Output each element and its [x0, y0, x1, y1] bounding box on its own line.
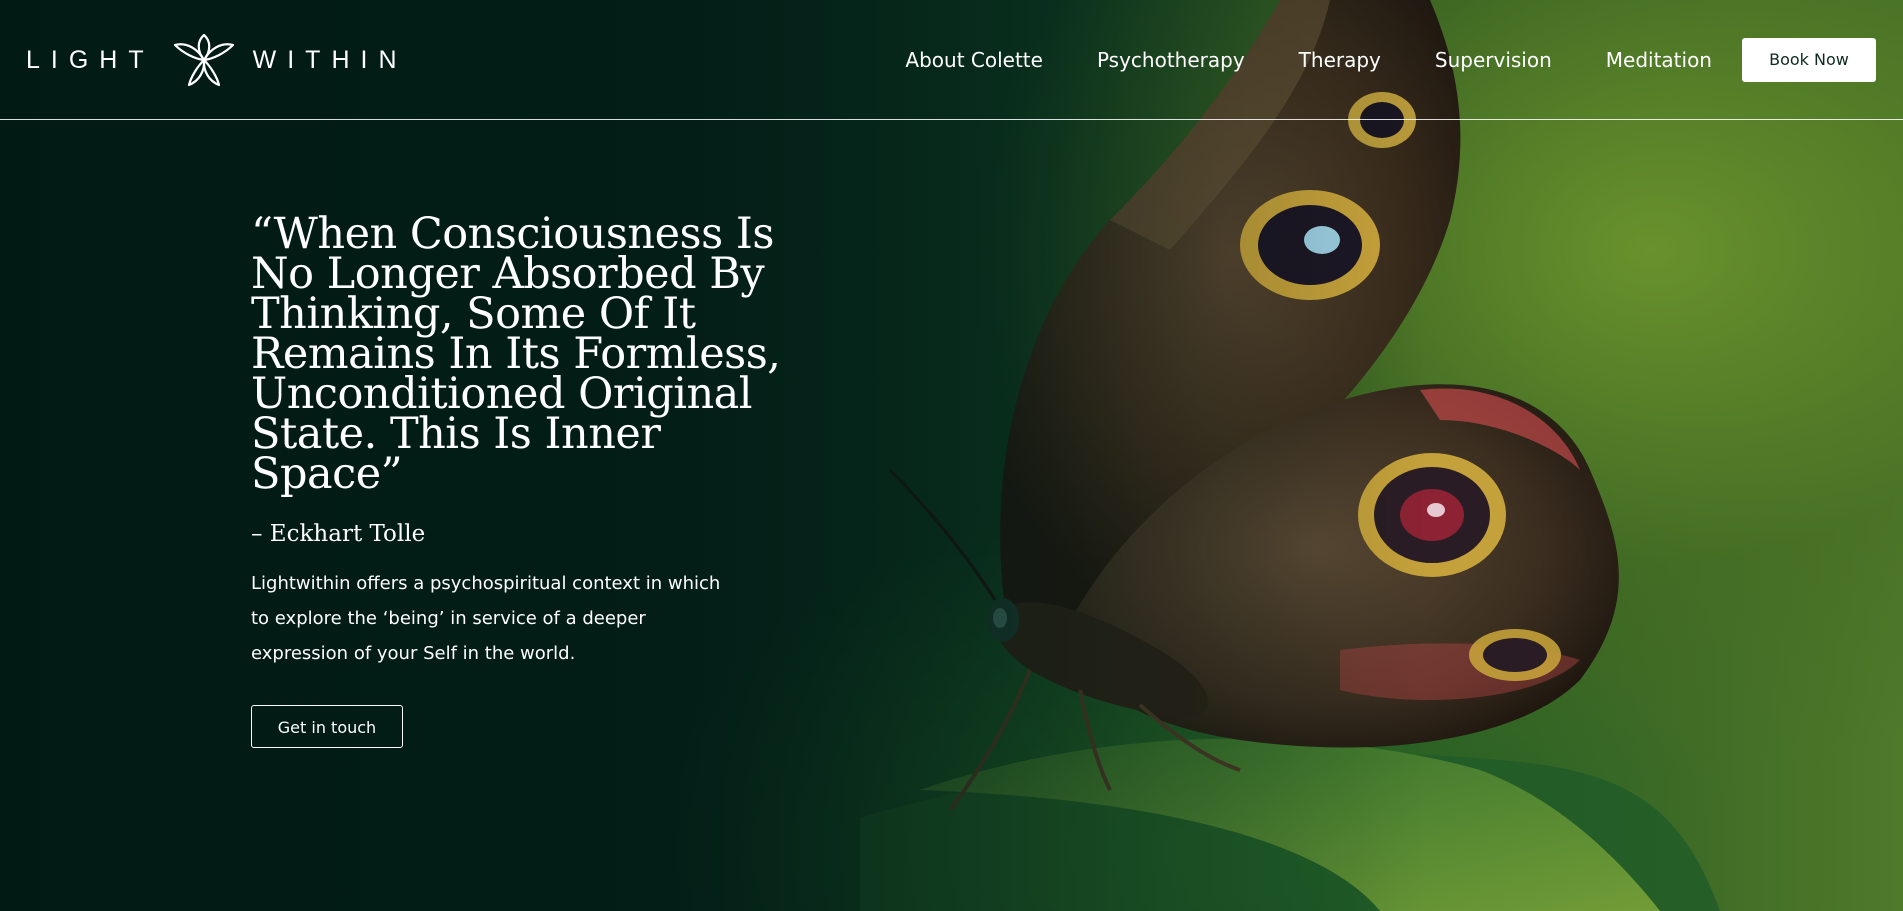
site-logo[interactable]: LIGHT WITHIN	[26, 33, 408, 87]
get-in-touch-button[interactable]: Get in touch	[251, 705, 403, 748]
main-navigation: About Colette Psychotherapy Therapy Supe…	[905, 37, 1903, 83]
book-now-button[interactable]: Book Now	[1742, 38, 1876, 82]
nav-item-therapy[interactable]: Therapy	[1299, 37, 1381, 83]
hero-description: Lightwithin offers a psychospiritual con…	[251, 573, 721, 664]
site-header: LIGHT WITHIN About Colette Psychotherapy…	[0, 0, 1903, 120]
hero-quote: “When Consciousness Is No Longer Absorbe…	[251, 209, 781, 499]
logo-word-light: LIGHT	[26, 45, 155, 74]
nav-item-meditation[interactable]: Meditation	[1606, 37, 1712, 83]
hero-content: “When Consciousness Is No Longer Absorbe…	[251, 209, 851, 748]
quote-author: – Eckhart Tolle	[251, 521, 426, 547]
nav-item-psychotherapy[interactable]: Psychotherapy	[1097, 37, 1245, 83]
butterfly-background-image	[860, 0, 1720, 911]
hero-section: LIGHT WITHIN About Colette Psychotherapy…	[0, 0, 1903, 911]
nav-item-supervision[interactable]: Supervision	[1435, 37, 1552, 83]
lotus-flower-icon	[173, 33, 234, 87]
logo-word-within: WITHIN	[252, 45, 408, 74]
nav-item-about-colette[interactable]: About Colette	[905, 37, 1043, 83]
